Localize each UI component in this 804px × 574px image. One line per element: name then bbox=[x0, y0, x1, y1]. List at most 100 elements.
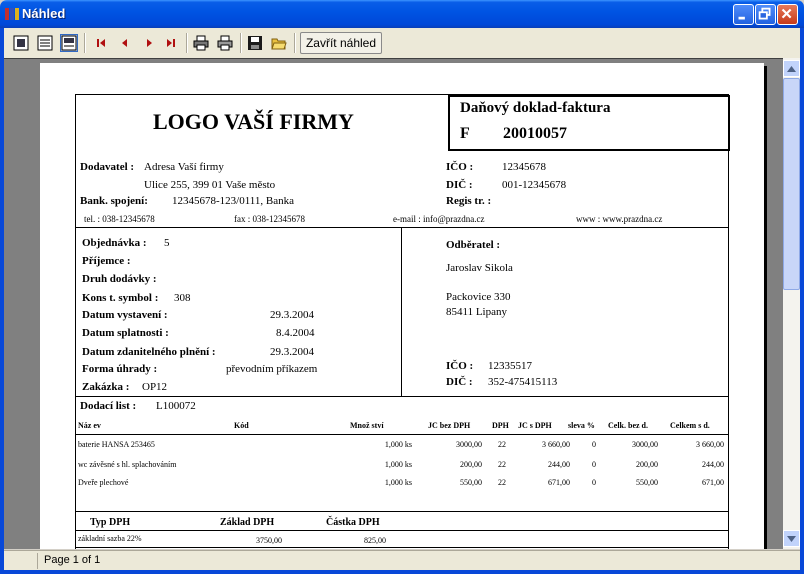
recipient-label: Příjemce : bbox=[82, 255, 131, 267]
taxable-date-label: Datum zdanitelného plnění : bbox=[82, 346, 216, 358]
customer-name: Jaroslav Sikola bbox=[446, 262, 513, 274]
row-discount: 0 bbox=[592, 460, 596, 469]
due-date-label: Datum splatnosti : bbox=[82, 327, 169, 339]
open-folder-icon[interactable] bbox=[270, 34, 288, 52]
const-symbol-value: 308 bbox=[174, 292, 191, 304]
col-header-discount: sleva % bbox=[568, 421, 595, 430]
row-qty: 1,000 ks bbox=[384, 478, 412, 487]
row-price-vat: 3 660,00 bbox=[542, 440, 570, 449]
doc-title: Daňový doklad-faktura bbox=[460, 100, 611, 116]
row-price: 550,00 bbox=[460, 478, 482, 487]
close-preview-button[interactable]: Zavřít náhled bbox=[300, 32, 382, 54]
preview-area[interactable]: LOGO VAŠÍ FIRMY Daňový doklad-faktura F … bbox=[4, 58, 783, 549]
row-total-vat: 244,00 bbox=[702, 460, 724, 469]
row-total-vat: 671,00 bbox=[702, 478, 724, 487]
row-qty: 1,000 ks bbox=[384, 440, 412, 449]
table-row: baterie HANSA 253465 1,000 ks 3000,00 22… bbox=[40, 437, 764, 455]
col-header-name: Náz ev bbox=[78, 421, 101, 430]
zoom-page-icon[interactable] bbox=[60, 34, 78, 52]
issue-date-value: 29.3.2004 bbox=[270, 309, 314, 321]
due-date-value: 8.4.2004 bbox=[276, 327, 315, 339]
issue-date-label: Datum vystavení : bbox=[82, 309, 168, 321]
customer-city: 85411 Lipany bbox=[446, 306, 507, 318]
page-indicator: Page 1 of 1 bbox=[44, 554, 101, 566]
row-name: wc závěsné s hl. splachováním bbox=[78, 460, 177, 469]
minimize-button[interactable] bbox=[733, 4, 754, 25]
row-qty: 1,000 ks bbox=[384, 460, 412, 469]
row-price-vat: 671,00 bbox=[548, 478, 570, 487]
row-name: baterie HANSA 253465 bbox=[78, 440, 155, 449]
vat-type: základní sazba 22% bbox=[78, 534, 142, 543]
save-icon[interactable] bbox=[246, 34, 264, 52]
bank-value: 12345678-123/0111, Banka bbox=[172, 195, 295, 207]
supplier-tel: tel. : 038-12345678 bbox=[84, 214, 155, 224]
status-panel bbox=[4, 553, 38, 569]
supplier-dic: 001-12345678 bbox=[502, 179, 567, 191]
restore-button[interactable] bbox=[755, 4, 776, 25]
vat-col-amount: Částka DPH bbox=[326, 517, 380, 528]
supplier-dic-label: DIČ : bbox=[446, 179, 473, 191]
supplier-line2: Ulice 255, 399 01 Vaše město bbox=[144, 179, 276, 191]
row-price: 3000,00 bbox=[456, 440, 482, 449]
invoice-page: LOGO VAŠÍ FIRMY Daňový doklad-faktura F … bbox=[40, 63, 764, 549]
two-pages-icon[interactable] bbox=[36, 34, 54, 52]
scrollbar-thumb[interactable] bbox=[783, 78, 800, 290]
first-page-icon[interactable] bbox=[92, 34, 110, 52]
previous-page-icon[interactable] bbox=[116, 34, 134, 52]
col-header-total-vat: Celkem s d. bbox=[670, 421, 710, 430]
row-total: 200,00 bbox=[636, 460, 658, 469]
vat-base: 3750,00 bbox=[256, 536, 282, 545]
row-total: 550,00 bbox=[636, 478, 658, 487]
toolbar: Zavřít náhled bbox=[4, 28, 800, 58]
vat-amount: 825,00 bbox=[364, 536, 386, 545]
const-symbol-label: Kons t. symbol : bbox=[82, 292, 159, 304]
print-icon[interactable] bbox=[216, 34, 234, 52]
row-discount: 0 bbox=[592, 440, 596, 449]
row-total-vat: 3 660,00 bbox=[696, 440, 724, 449]
vat-col-type: Typ DPH bbox=[90, 517, 131, 528]
payment-method-value: převodním příkazem bbox=[226, 363, 318, 375]
table-row: wc závěsné s hl. splachováním 1,000 ks 2… bbox=[40, 457, 764, 475]
company-logo-text: LOGO VAŠÍ FIRMY bbox=[153, 109, 354, 134]
title-bar[interactable]: Náhled bbox=[0, 0, 804, 28]
customer-label: Odběratel : bbox=[446, 239, 501, 251]
order-label: Objednávka : bbox=[82, 237, 147, 249]
vat-col-base: Základ DPH bbox=[220, 517, 275, 528]
row-price-vat: 244,00 bbox=[548, 460, 570, 469]
scroll-down-icon[interactable] bbox=[783, 530, 800, 547]
col-header-total-no-vat: Celk. bez d. bbox=[608, 421, 648, 430]
row-vat-rate: 22 bbox=[498, 440, 506, 449]
col-header-jcs: JC s DPH bbox=[518, 421, 552, 430]
delivery-note-label: Dodací list : bbox=[80, 400, 137, 412]
col-header-jc: JC bez DPH bbox=[428, 421, 471, 430]
row-price: 200,00 bbox=[460, 460, 482, 469]
window-title: Náhled bbox=[22, 6, 66, 21]
next-page-icon[interactable] bbox=[140, 34, 158, 52]
vertical-scrollbar[interactable] bbox=[783, 58, 800, 549]
supplier-regist-label: Regis tr. : bbox=[446, 195, 492, 207]
supplier-fax: fax : 038-12345678 bbox=[234, 214, 305, 224]
scroll-up-icon[interactable] bbox=[783, 60, 800, 77]
customer-dic: 352-475415113 bbox=[488, 376, 558, 388]
row-total: 3000,00 bbox=[632, 440, 658, 449]
supplier-ico-label: IČO : bbox=[446, 161, 474, 173]
print-setup-icon[interactable] bbox=[192, 34, 210, 52]
order-value: 5 bbox=[164, 237, 170, 249]
col-header-qty: Množ ství bbox=[350, 421, 384, 430]
last-page-icon[interactable] bbox=[162, 34, 180, 52]
bank-label: Bank. spojení: bbox=[80, 195, 148, 207]
close-button[interactable] bbox=[777, 4, 798, 25]
one-page-icon[interactable] bbox=[12, 34, 30, 52]
supplier-line1: Adresa Vaší firmy bbox=[144, 161, 224, 173]
supplier-ico: 12345678 bbox=[502, 161, 546, 173]
supplier-email: e-mail : info@prazdna.cz bbox=[393, 214, 485, 224]
doc-prefix: F bbox=[460, 125, 470, 142]
customer-ico: 12335517 bbox=[488, 360, 532, 372]
col-header-code: Kód bbox=[234, 421, 249, 430]
status-bar: Page 1 of 1 bbox=[4, 550, 800, 570]
delivery-type-label: Druh dodávky : bbox=[82, 273, 157, 285]
row-vat-rate: 22 bbox=[498, 478, 506, 487]
row-vat-rate: 22 bbox=[498, 460, 506, 469]
supplier-www: www : www.prazdna.cz bbox=[576, 214, 663, 224]
row-name: Dveře plechové bbox=[78, 478, 129, 487]
